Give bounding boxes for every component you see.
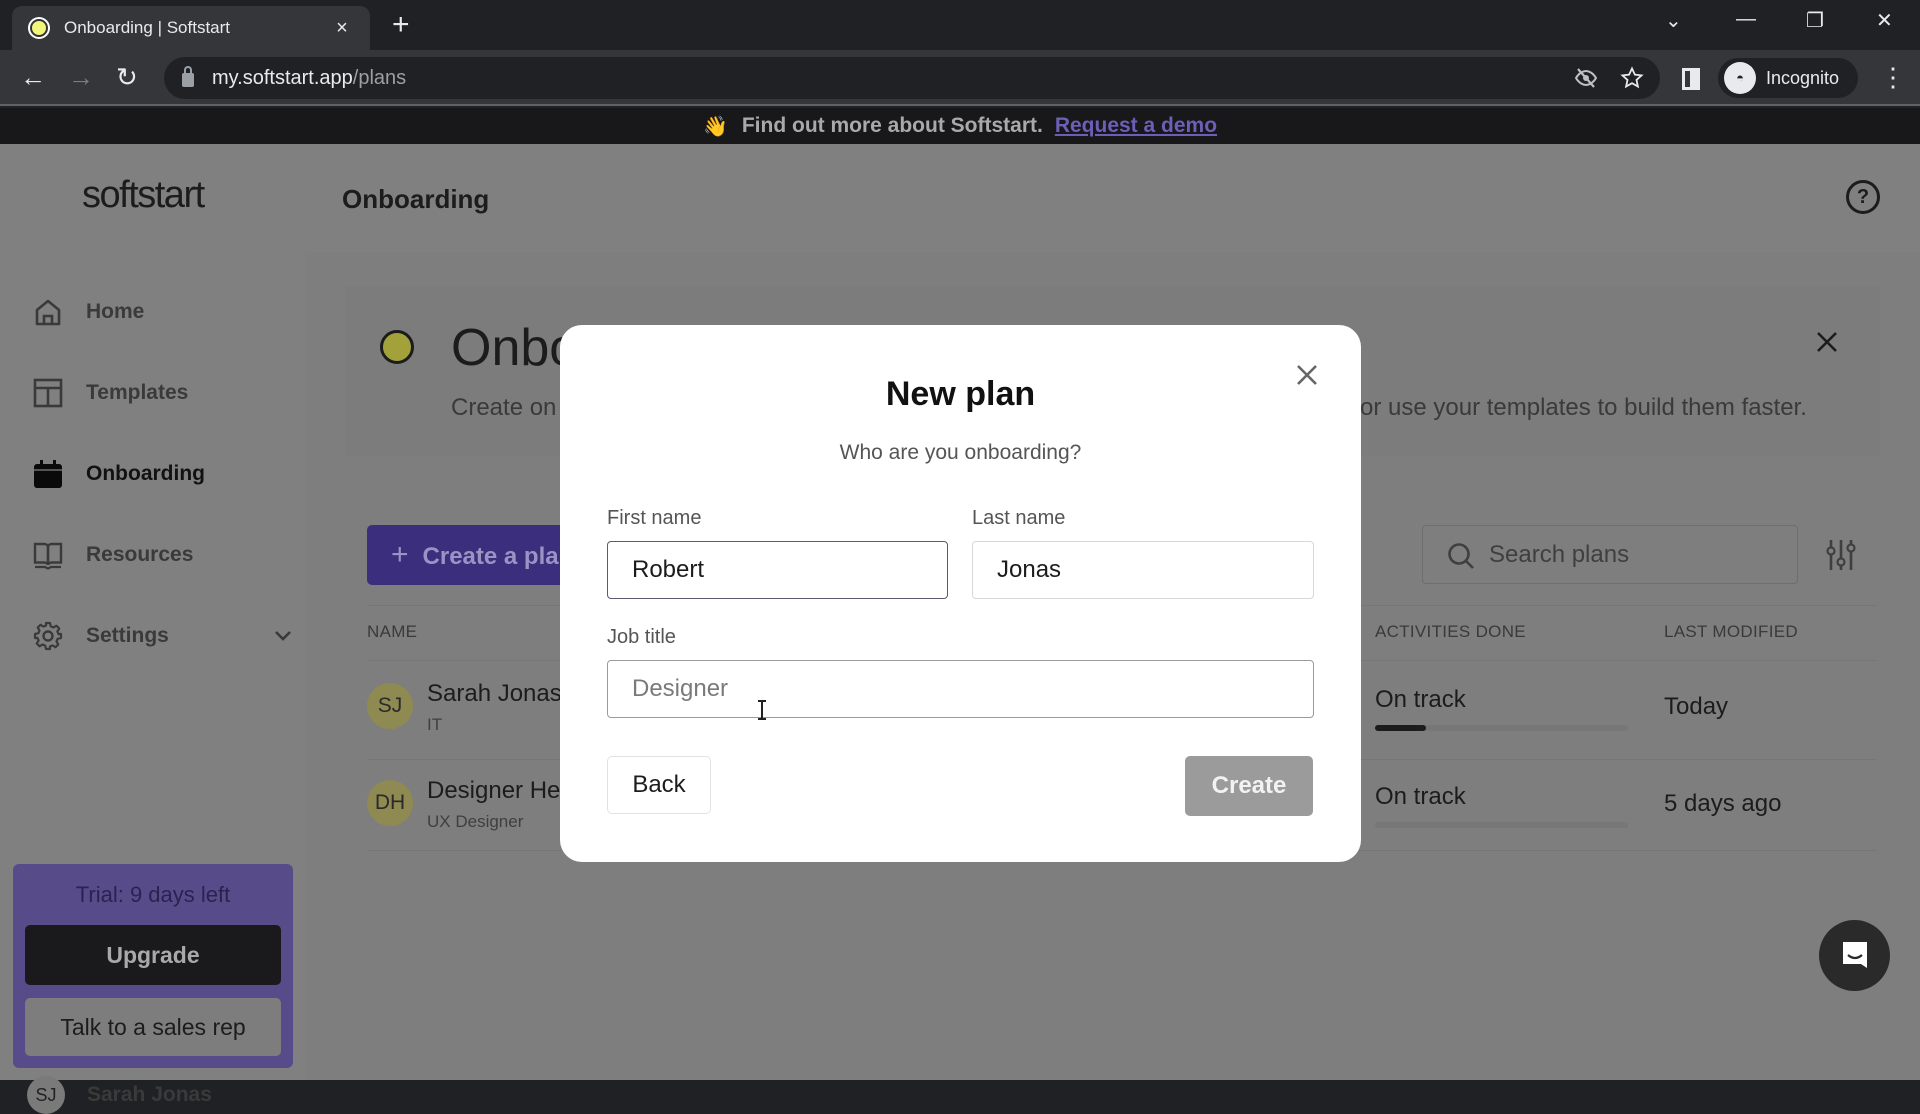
modal-title: New plan <box>885 375 1036 413</box>
sidebar-item-templates[interactable]: Templates <box>32 373 188 413</box>
side-panel-icon[interactable] <box>1682 68 1700 90</box>
sidebar-item-label: Templates <box>86 381 189 404</box>
status-dot-icon <box>380 330 414 364</box>
sidebar: softstart Home Templates Onboarding Reso… <box>0 144 305 1114</box>
browser-tab-bar: Onboarding | Softstart × + ⌄ — ❐ ✕ <box>0 0 1920 50</box>
back-arrow-icon[interactable]: ← <box>20 62 46 92</box>
column-header-name[interactable]: NAME <box>367 622 417 642</box>
address-bar-row: ← → ↻ my.softstart.app/plans ◓ Incognito… <box>0 50 1920 106</box>
softstart-logo[interactable]: softstart <box>82 174 205 217</box>
search-icon <box>1447 542 1474 569</box>
plus-icon: + <box>391 538 409 571</box>
sidebar-item-label: Settings <box>86 624 169 647</box>
user-name: Sarah Jonas <box>87 1083 212 1106</box>
new-plan-modal: New plan Who are you onboarding? First n… <box>560 325 1361 862</box>
activities-progress-bar <box>1375 822 1628 828</box>
avatar: SJ <box>367 683 413 729</box>
sidebar-item-resources[interactable]: Resources <box>32 535 193 575</box>
url-bar[interactable]: my.softstart.app/plans <box>164 57 1660 99</box>
page-title: Onboarding <box>342 184 490 214</box>
intro-subtitle: Create on <box>451 394 557 421</box>
browser-tab[interactable]: Onboarding | Softstart × <box>12 6 370 50</box>
create-button[interactable]: Create <box>1185 756 1313 816</box>
plan-status: On track <box>1375 686 1466 713</box>
waving-hand-icon: 👋 <box>702 115 728 138</box>
sidebar-item-label: Home <box>86 300 145 323</box>
chevron-down-icon[interactable] <box>274 625 292 648</box>
chat-support-button[interactable] <box>1819 920 1890 991</box>
bookmark-star-icon[interactable] <box>1620 66 1644 96</box>
upgrade-button[interactable]: Upgrade <box>25 925 281 985</box>
trial-days-left: Trial: 9 days left <box>75 882 231 907</box>
first-name-label: First name <box>607 507 702 529</box>
incognito-profile-button[interactable]: ◓ Incognito <box>1718 58 1858 98</box>
activities-progress-bar <box>1375 725 1628 731</box>
job-title-field[interactable] <box>607 660 1314 718</box>
tab-close-icon[interactable]: × <box>330 17 354 40</box>
search-plans-input[interactable]: Search plans <box>1422 525 1798 584</box>
last-modified: 5 days ago <box>1664 790 1782 817</box>
avatar: DH <box>367 780 413 826</box>
filter-sliders-icon[interactable] <box>1826 538 1856 577</box>
search-placeholder: Search plans <box>1489 540 1630 568</box>
gear-icon <box>32 620 64 652</box>
last-modified: Today <box>1664 693 1729 720</box>
url-host: my.softstart.app <box>212 66 353 89</box>
lock-icon <box>182 66 194 87</box>
templates-icon <box>32 377 64 409</box>
plan-department: IT <box>427 715 443 734</box>
mouse-text-cursor <box>758 700 766 720</box>
plan-department: UX Designer <box>427 812 524 831</box>
promo-banner: 👋 Find out more about Softstart. Request… <box>0 108 1920 144</box>
plan-name: Sarah Jonas <box>427 680 562 707</box>
url-path: /plans <box>352 66 407 89</box>
last-name-label: Last name <box>972 507 1066 529</box>
tab-search-icon[interactable]: ⌄ <box>1665 8 1682 33</box>
incognito-label: Incognito <box>1766 67 1840 88</box>
activities-progress-fill <box>1375 725 1426 731</box>
back-button[interactable]: Back <box>607 756 711 814</box>
home-icon <box>32 296 64 328</box>
sidebar-item-label: Onboarding <box>86 462 205 485</box>
sidebar-item-home[interactable]: Home <box>32 292 144 332</box>
plan-name: Designer He <box>427 777 561 804</box>
create-plan-label: Create a plan <box>422 543 574 570</box>
book-icon <box>32 539 64 571</box>
trial-card: Trial: 9 days left Upgrade Talk to a sal… <box>13 864 293 1068</box>
browser-menu-icon[interactable]: ⋮ <box>1880 62 1906 92</box>
last-name-field[interactable] <box>972 541 1314 599</box>
incognito-icon: ◓ <box>1724 62 1756 94</box>
talk-to-sales-button[interactable]: Talk to a sales rep <box>25 998 281 1056</box>
sidebar-item-settings[interactable]: Settings <box>32 616 302 656</box>
job-title-label: Job title <box>607 626 676 648</box>
restore-button[interactable]: ❐ <box>1806 8 1824 33</box>
tab-title: Onboarding | Softstart <box>64 18 231 37</box>
minimize-button[interactable]: — <box>1736 8 1756 31</box>
sidebar-item-label: Resources <box>86 543 194 566</box>
avatar: SJ <box>27 1076 65 1114</box>
softstart-favicon-icon <box>28 17 50 39</box>
modal-subtitle: Who are you onboarding? <box>839 441 1082 464</box>
new-tab-button[interactable]: + <box>392 10 410 40</box>
intro-subtitle-continued: or use your templates to build them fast… <box>1360 394 1807 421</box>
chat-icon <box>1842 941 1867 968</box>
request-demo-link[interactable]: Request a demo <box>1055 114 1217 138</box>
sidebar-item-onboarding[interactable]: Onboarding <box>32 454 205 494</box>
eye-off-icon[interactable] <box>1574 66 1598 96</box>
dismiss-intro-icon[interactable] <box>1815 328 1839 362</box>
help-icon[interactable]: ? <box>1846 180 1880 214</box>
forward-arrow-icon[interactable]: → <box>68 62 94 92</box>
banner-text: Find out more about Softstart. <box>741 114 1043 137</box>
window-close-button[interactable]: ✕ <box>1876 8 1893 33</box>
current-user[interactable]: SJ Sarah Jonas <box>27 1076 212 1114</box>
plan-status: On track <box>1375 783 1466 810</box>
column-header-last-modified[interactable]: LAST MODIFIED <box>1664 622 1798 642</box>
column-header-activities[interactable]: ACTIVITIES DONE <box>1375 622 1526 642</box>
reload-icon[interactable]: ↻ <box>116 62 138 92</box>
calendar-icon <box>32 458 64 490</box>
first-name-field[interactable] <box>607 541 948 599</box>
